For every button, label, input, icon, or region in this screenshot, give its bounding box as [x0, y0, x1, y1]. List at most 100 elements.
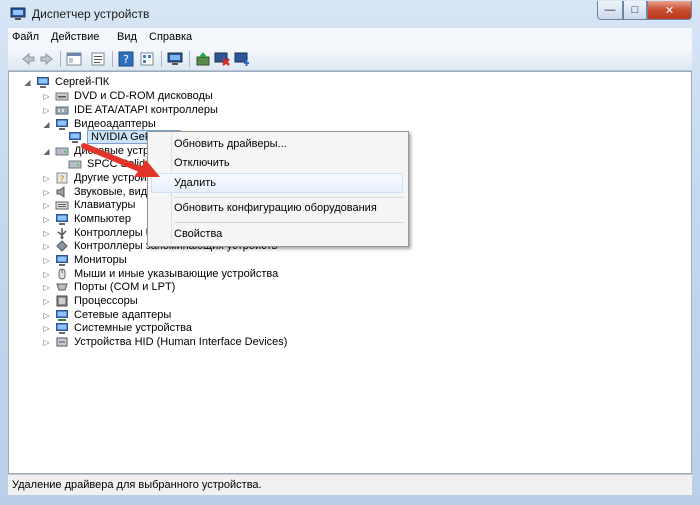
expand-icon[interactable]: ▷	[42, 229, 51, 238]
minimize-button[interactable]: —	[597, 1, 623, 20]
window-frame: Диспетчер устройств — □ ✕ Файл Действие …	[0, 0, 700, 505]
tree-item-label: Системные устройства	[74, 322, 193, 334]
disable-device-icon[interactable]	[214, 51, 230, 67]
update-driver-icon[interactable]	[195, 51, 211, 67]
expand-icon[interactable]: ▷	[42, 297, 51, 306]
forward-icon[interactable]	[39, 51, 55, 67]
tree-item-label: Мониторы	[74, 254, 127, 266]
tree-item-mice[interactable]: ▷ Мыши и иные указывающие устройства	[42, 267, 278, 281]
show-hide-tree-icon[interactable]	[66, 51, 82, 67]
uninstall-device-icon[interactable]	[234, 51, 250, 67]
tree-item-label: DVD и CD-ROM дисководы	[74, 90, 213, 102]
expand-icon[interactable]: ▷	[42, 92, 51, 101]
help-icon[interactable]: ?	[118, 51, 134, 67]
maximize-button[interactable]: □	[623, 1, 647, 20]
expand-icon[interactable]: ▷	[42, 201, 51, 210]
tree-item-sound[interactable]: ▷ Звуковые, видео	[42, 185, 159, 199]
menu-file[interactable]: Файл	[12, 31, 39, 43]
menu-disable[interactable]: Отключить	[174, 157, 230, 169]
expand-icon[interactable]: ▷	[42, 324, 51, 333]
hid-icon	[56, 337, 68, 347]
tree-item-label: Клавиатуры	[74, 199, 136, 211]
tree-root-label: Сергей-ПК	[55, 76, 110, 88]
collapse-icon[interactable]: ◢	[42, 120, 51, 129]
tree-item-label: IDE ATA/ATAPI контроллеры	[74, 104, 218, 116]
menu-scan-hardware[interactable]: Обновить конфигурацию оборудования	[174, 202, 377, 214]
tree-item-network[interactable]: ▷ Сетевые адаптеры	[42, 308, 171, 322]
expand-icon[interactable]: ▷	[42, 311, 51, 320]
tree-item-ide[interactable]: ▷ IDE ATA/ATAPI контроллеры	[42, 103, 218, 117]
menu-update-drivers[interactable]: Обновить драйверы...	[174, 138, 287, 150]
tree-item-cpu[interactable]: ▷ Процессоры	[42, 294, 138, 308]
port-icon	[56, 283, 68, 291]
window-title: Диспетчер устройств	[32, 7, 150, 21]
usb-icon	[57, 228, 67, 239]
device-manager-icon	[10, 7, 26, 20]
computer-icon	[56, 214, 68, 225]
computer-icon	[37, 77, 49, 88]
svg-text:?: ?	[123, 53, 129, 66]
close-button[interactable]: ✕	[647, 1, 692, 20]
expand-icon[interactable]: ▷	[42, 215, 51, 224]
expand-icon[interactable]: ▷	[42, 106, 51, 115]
tree-item-disks[interactable]: ◢ Дисковые устро	[42, 144, 155, 158]
keyboard-icon	[55, 201, 69, 210]
tree-item-video[interactable]: ◢ Видеоадаптеры	[42, 117, 156, 131]
expand-icon[interactable]: ▷	[42, 338, 51, 347]
tree-item-label: Компьютер	[74, 213, 131, 225]
processor-icon	[56, 295, 68, 307]
tree-item-label: Видеоадаптеры	[74, 118, 156, 130]
tree-item-computer[interactable]: ▷ Компьютер	[42, 212, 131, 226]
display-adapter-icon	[56, 119, 68, 130]
tree-item-dvd[interactable]: ▷ DVD и CD-ROM дисководы	[42, 89, 213, 103]
tree-root[interactable]: ◢ Сергей-ПК	[23, 75, 109, 89]
toolbar: ?	[8, 48, 692, 71]
back-icon[interactable]	[20, 51, 36, 67]
tree-item-label: Дисковые устро	[74, 145, 156, 157]
tree-item-label: Устройства HID (Human Interface Devices)	[74, 336, 288, 348]
menu-separator	[174, 222, 404, 223]
expand-icon[interactable]: ▷	[42, 174, 51, 183]
tree-item-other[interactable]: ▷ ? Другие устройс	[42, 171, 152, 185]
menu-separator	[174, 197, 404, 198]
expand-icon[interactable]: ▷	[42, 188, 51, 197]
menu-uninstall[interactable]: Удалить	[174, 177, 216, 189]
tree-item-label: Процессоры	[74, 295, 138, 307]
tree-item-ports[interactable]: ▷ Порты (COM и LPT)	[42, 280, 175, 294]
scan-hardware-icon[interactable]	[167, 51, 183, 67]
monitor-icon	[56, 255, 68, 266]
tree-item-spcc[interactable]: SPCC Solid St	[68, 157, 159, 171]
properties-icon[interactable]	[90, 51, 106, 67]
status-bar: Удаление драйвера для выбранного устройс…	[8, 474, 692, 495]
collapse-icon[interactable]: ◢	[23, 78, 32, 87]
menu-view[interactable]: Вид	[117, 31, 137, 43]
context-menu: Обновить драйверы... Отключить Удалить О…	[147, 131, 409, 247]
status-text: Удаление драйвера для выбранного устройс…	[12, 479, 262, 491]
storage-controller-icon	[56, 240, 68, 252]
expand-icon[interactable]: ▷	[42, 283, 51, 292]
display-adapter-icon	[69, 132, 81, 143]
tree-item-system[interactable]: ▷ Системные устройства	[42, 321, 192, 335]
expand-icon[interactable]: ▷	[42, 270, 51, 279]
menu-help[interactable]: Справка	[149, 31, 192, 43]
menu-bar: Файл Действие Вид Справка	[8, 28, 692, 48]
tree-item-monitors[interactable]: ▷ Мониторы	[42, 253, 127, 267]
disk-drive-icon	[55, 147, 69, 156]
menu-action[interactable]: Действие	[51, 31, 99, 43]
view-icon[interactable]	[139, 51, 155, 67]
tree-item-label: Порты (COM и LPT)	[74, 281, 176, 293]
expand-icon[interactable]: ▷	[42, 256, 51, 265]
expand-icon[interactable]: ▷	[42, 242, 51, 251]
ide-controller-icon	[55, 106, 69, 115]
tree-item-label: Сетевые адаптеры	[74, 309, 172, 321]
mouse-icon	[58, 268, 66, 280]
unknown-device-icon: ?	[56, 172, 68, 184]
tree-item-hid[interactable]: ▷ Устройства HID (Human Interface Device…	[42, 335, 287, 349]
menu-properties[interactable]: Свойства	[174, 228, 222, 240]
tree-item-label: Мыши и иные указывающие устройства	[74, 268, 279, 280]
collapse-icon[interactable]: ◢	[42, 147, 51, 156]
system-device-icon	[56, 323, 68, 334]
dvd-drive-icon	[55, 92, 69, 101]
tree-item-keyboards[interactable]: ▷ Клавиатуры	[42, 198, 135, 212]
title-bar: Диспетчер устройств — □ ✕	[0, 0, 700, 28]
